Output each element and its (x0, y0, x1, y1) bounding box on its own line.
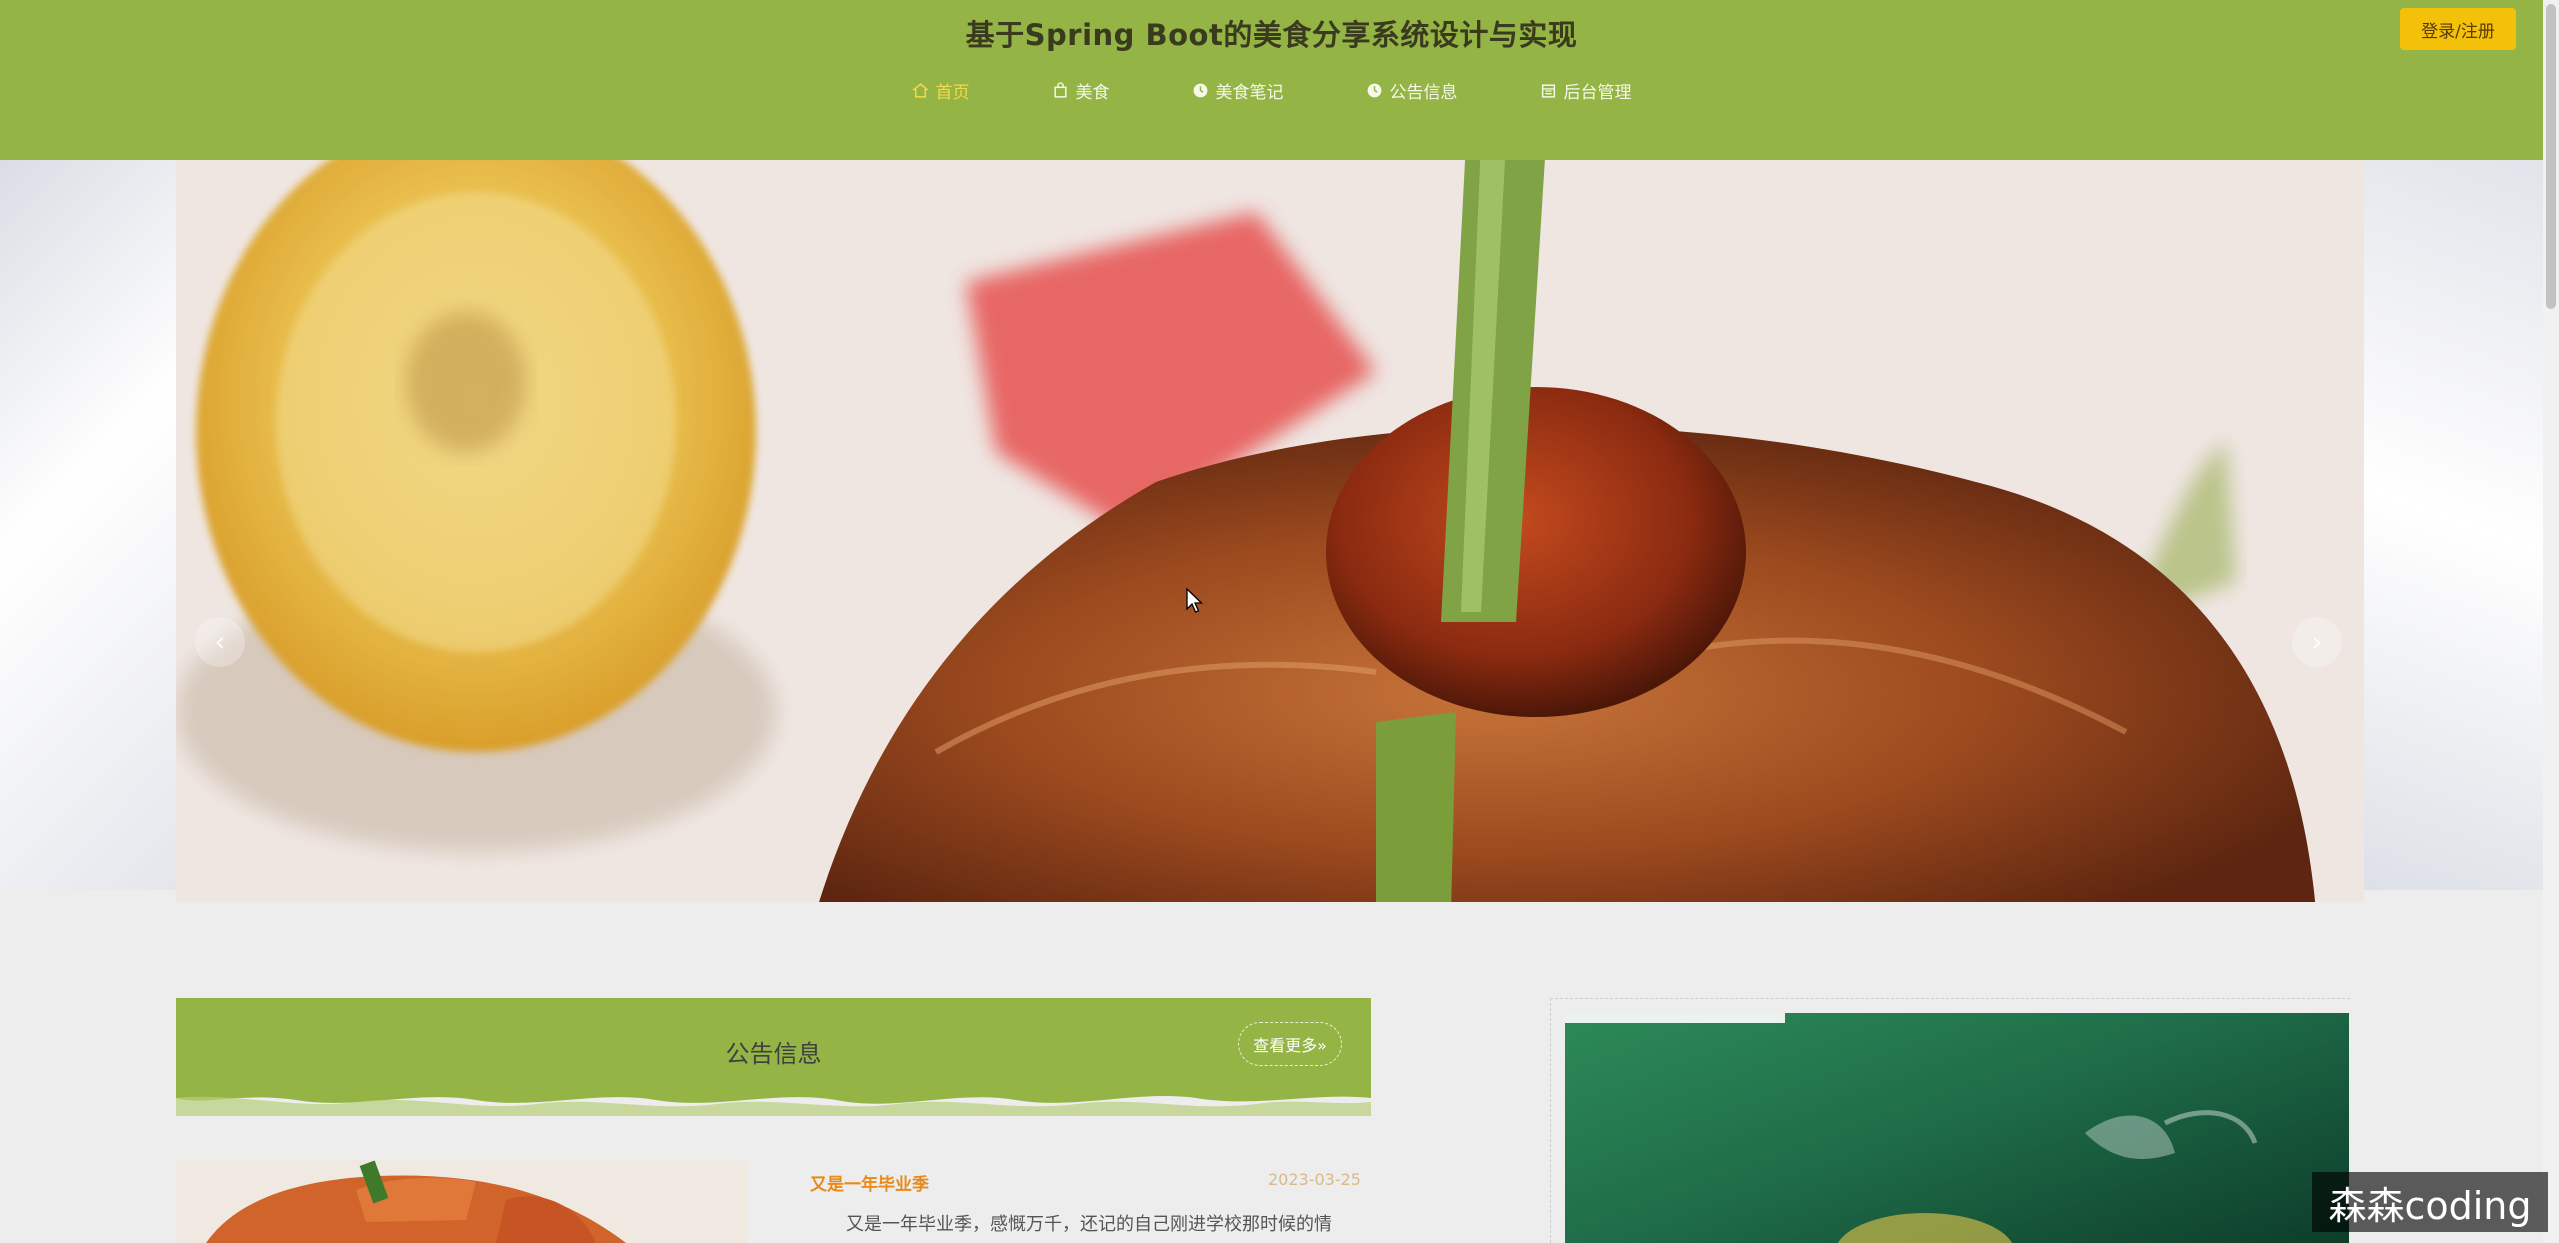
news-item-title[interactable]: 又是一年毕业季 (810, 1170, 929, 1195)
side-feature-image[interactable] (1565, 1013, 2349, 1243)
news-thumbnail-image (176, 1160, 748, 1243)
home-icon (911, 83, 929, 98)
mouse-cursor-icon (1186, 588, 1204, 613)
nav-label-notices: 公告信息 (1389, 83, 1458, 103)
nav-item-home[interactable]: 首页 (911, 78, 970, 103)
banner-side-decoration-left (0, 150, 176, 890)
news-item-date: 2023-03-25 (1268, 1170, 1361, 1189)
site-title: 基于Spring Boot的美食分享系统设计与实现 (965, 18, 1578, 52)
nav-item-admin[interactable]: 后台管理 (1540, 78, 1632, 103)
nav-label-admin: 后台管理 (1563, 83, 1632, 103)
banner-carousel[interactable]: ‹ › (176, 152, 2364, 902)
nav-label-food: 美食 (1075, 83, 1110, 103)
notice-section-title: 公告信息 (725, 1040, 822, 1068)
banner-prev-button[interactable]: ‹ (195, 617, 245, 667)
news-item-summary: 又是一年毕业季，感慨万千，还记的自己刚进学校那时候的情 (846, 1214, 1332, 1235)
banner-image (176, 152, 2364, 902)
banner-side-decoration-right (2364, 150, 2543, 890)
nav-item-food[interactable]: 美食 (1052, 78, 1110, 103)
nav-item-notices[interactable]: 公告信息 (1366, 78, 1458, 103)
clock-icon (1193, 83, 1207, 98)
nav-label-home: 首页 (935, 83, 970, 103)
login-register-button[interactable]: 登录/注册 (2400, 8, 2516, 50)
nav-label-food-notes: 美食笔记 (1215, 83, 1284, 103)
view-more-button[interactable]: 查看更多» (1238, 1022, 1342, 1066)
notice-section-header: 公告信息 查看更多» (176, 998, 1371, 1116)
news-thumbnail[interactable] (176, 1160, 748, 1243)
main-nav: 首页 美食 美食笔记 公告信息 后台管理 (0, 78, 2543, 103)
site-header: 基于Spring Boot的美食分享系统设计与实现 登录/注册 首页 美食 美食… (0, 0, 2543, 160)
side-feature-artwork (1565, 1013, 2258, 1243)
nav-item-food-notes[interactable]: 美食笔记 (1192, 78, 1284, 103)
bag-icon (1053, 82, 1067, 98)
header-wave-edge (0, 136, 2543, 160)
clock-icon (1367, 83, 1381, 98)
banner-next-button[interactable]: › (2292, 617, 2342, 667)
calendar-icon (1541, 84, 1555, 98)
scrollbar-thumb[interactable] (2546, 4, 2556, 309)
watermark-label: 森森coding (2312, 1172, 2548, 1232)
